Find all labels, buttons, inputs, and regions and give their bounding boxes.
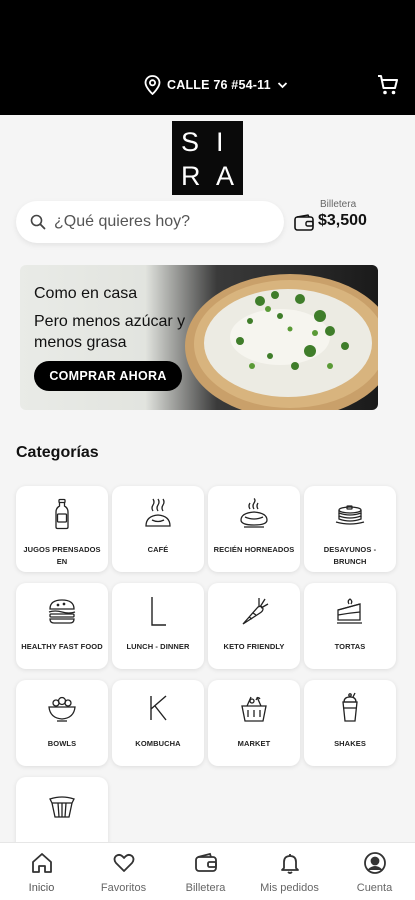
nav-billetera[interactable]: Billetera — [164, 851, 247, 897]
category-label: BOWLS — [47, 739, 77, 748]
category-desayunos[interactable]: DESAYUNOS - BRUNCH — [304, 486, 396, 572]
shopping-cart-icon[interactable] — [377, 74, 399, 96]
letter-k-icon — [150, 695, 167, 721]
category-label: SHAKES — [334, 739, 366, 748]
category-label: LUNCH - DINNER — [126, 642, 190, 651]
nav-label: Favoritos — [100, 882, 147, 894]
category-label: TORTAS — [334, 642, 366, 651]
chevron-down-icon — [277, 82, 287, 89]
logo-letter: A — [216, 161, 235, 191]
wallet-icon — [194, 852, 217, 872]
nav-inicio[interactable]: Inicio — [0, 851, 83, 897]
carrot-icon — [242, 598, 269, 625]
promo-banner[interactable]: Como en casa Pero menos azúcar y menos g… — [20, 265, 378, 410]
search-icon — [30, 214, 46, 230]
pancakes-icon — [335, 505, 365, 525]
address-text: CALLE 76 #54-11 — [167, 78, 271, 92]
baked-pie-icon — [240, 498, 268, 528]
category-label: RECIÉN HORNEADOS — [213, 545, 295, 554]
nav-favoritos[interactable]: Favoritos — [82, 851, 165, 897]
category-jugos[interactable]: JUGOS PRENSADOS EN — [16, 486, 108, 572]
delivery-address-selector[interactable]: CALLE 76 #54-11 — [144, 74, 288, 96]
banner-line-1: Como en casa — [34, 285, 138, 302]
category-label: HEALTHY FAST FOOD — [21, 642, 103, 651]
wallet-amount: $3,500 — [318, 212, 367, 229]
logo-letter: R — [181, 161, 201, 191]
app-screen: CALLE 76 #54-11 S I R A ¿Qué quieres hoy… — [0, 0, 415, 900]
nav-cuenta[interactable]: Cuenta — [333, 851, 415, 897]
search-placeholder: ¿Qué quieres hoy? — [54, 213, 191, 230]
home-icon — [31, 853, 52, 873]
category-keto-friendly[interactable]: KETO FRIENDLY — [208, 583, 300, 669]
wallet-icon — [294, 214, 314, 231]
nav-label: Cuenta — [356, 882, 393, 894]
cupcake-icon — [49, 796, 75, 818]
category-cafe[interactable]: CAFÉ — [112, 486, 204, 572]
wallet-balance[interactable]: Billetera $3,500 — [294, 199, 384, 239]
brand-logo: S I R A — [172, 121, 243, 195]
location-pin-icon — [144, 75, 161, 95]
search-input[interactable]: ¿Qué quieres hoy? — [16, 201, 284, 243]
logo-letter: I — [216, 127, 224, 157]
category-label: CAFÉ — [147, 545, 169, 554]
category-market[interactable]: MARKET — [208, 680, 300, 766]
category-bowls[interactable]: BOWLS — [16, 680, 108, 766]
logo-letter: S — [181, 127, 200, 157]
juice-bottle-icon — [55, 498, 69, 530]
bell-icon — [280, 854, 299, 874]
salad-bowl-icon — [48, 696, 76, 722]
letter-l-icon — [151, 597, 166, 626]
nav-label: Inicio — [28, 882, 55, 894]
category-label: KETO FRIENDLY — [223, 642, 285, 651]
category-label: KOMBUCHA — [135, 739, 181, 748]
category-recien-horneados[interactable]: RECIÉN HORNEADOS — [208, 486, 300, 572]
category-lunch-dinner[interactable]: LUNCH - DINNER — [112, 583, 204, 669]
coffee-icon — [145, 498, 171, 527]
market-basket-icon — [241, 696, 267, 722]
bottom-navigation: Inicio Favoritos Billetera Mis pedidos C… — [0, 842, 415, 900]
shake-icon — [342, 692, 358, 722]
heart-icon — [113, 853, 134, 872]
category-kombucha[interactable]: KOMBUCHA — [112, 680, 204, 766]
banner-line-2: Pero menos azúcar y menos grasa — [34, 313, 186, 351]
category-label: JUGOS PRENSADOS EN — [23, 545, 101, 566]
cake-slice-icon — [337, 598, 362, 624]
nav-mis-pedidos[interactable]: Mis pedidos — [248, 851, 331, 897]
category-healthy-fast-food[interactable]: HEALTHY FAST FOOD — [16, 583, 108, 669]
nav-label: Billetera — [185, 882, 226, 894]
category-shakes[interactable]: SHAKES — [304, 680, 396, 766]
user-circle-icon — [363, 852, 386, 874]
nav-label: Mis pedidos — [260, 882, 319, 894]
category-label: MARKET — [237, 739, 271, 748]
category-label: DESAYUNOS - BRUNCH — [323, 545, 377, 566]
buy-now-button[interactable]: COMPRAR AHORA — [34, 361, 182, 391]
burger-icon — [48, 599, 76, 624]
category-tortas[interactable]: TORTAS — [304, 583, 396, 669]
categories-title: Categorías — [16, 444, 99, 461]
wallet-label: Billetera — [320, 199, 357, 210]
top-bar: CALLE 76 #54-11 — [0, 0, 415, 115]
